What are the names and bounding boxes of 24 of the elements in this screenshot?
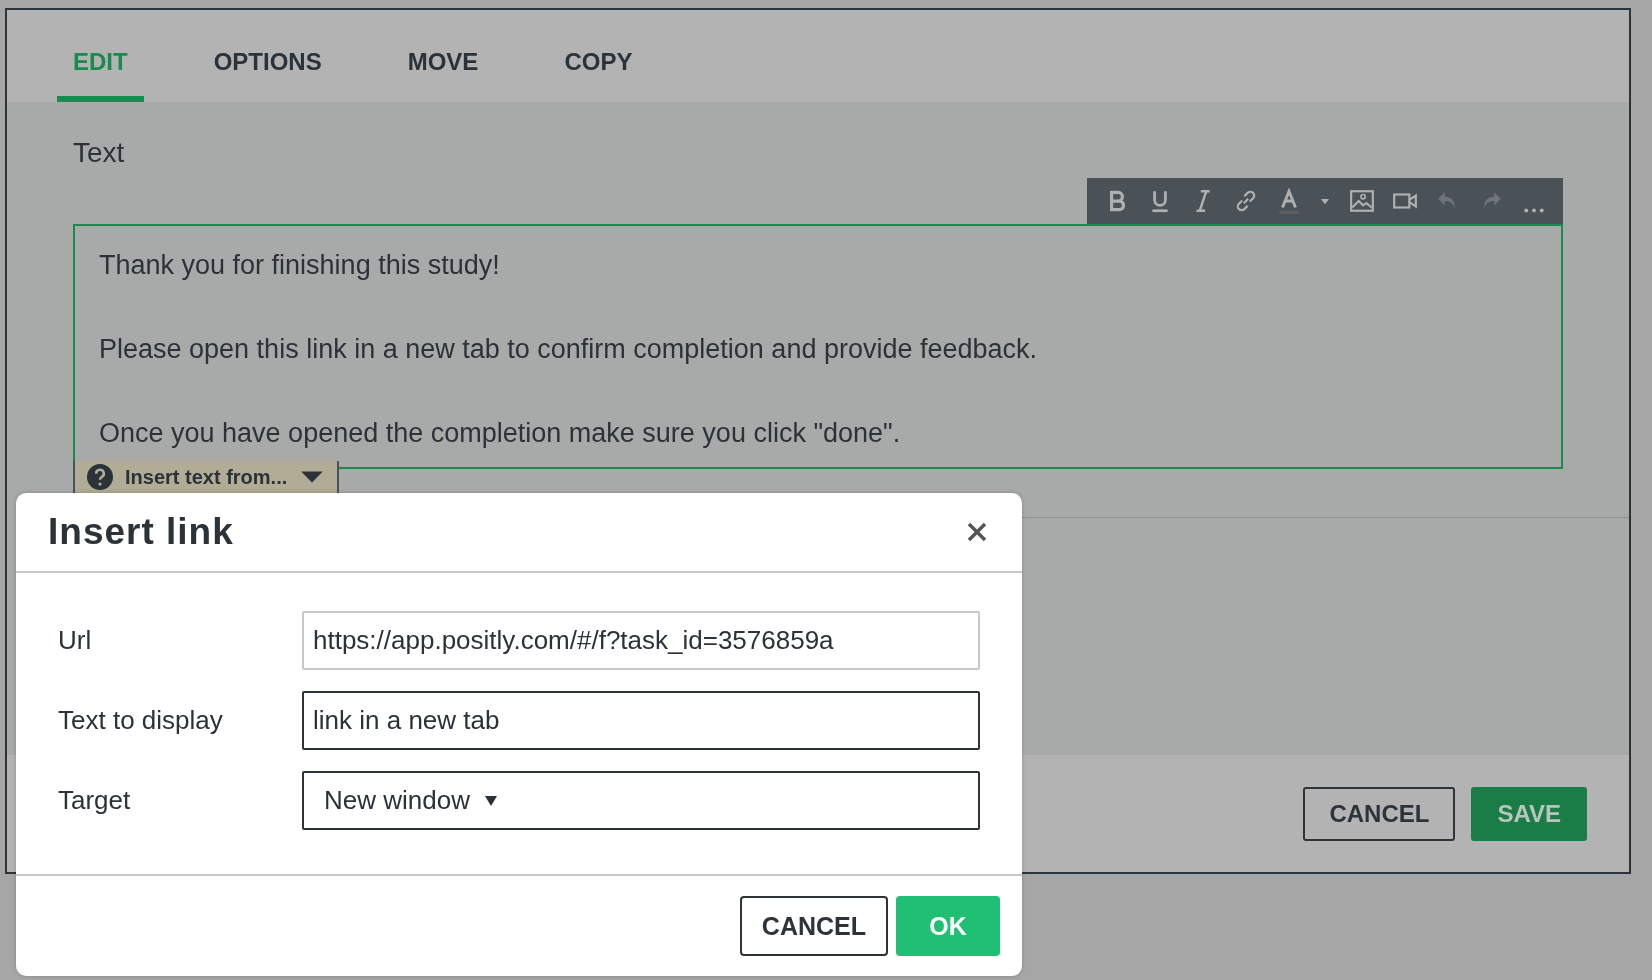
field-label: Target — [58, 785, 132, 816]
field-label: Url — [58, 625, 93, 656]
field-label: Text to display — [58, 705, 224, 736]
image-icon — [1348, 188, 1375, 214]
input-field[interactable]: https://app.positly.com/#/f?task_id=3576859a — [302, 611, 980, 670]
dialog-title: Insert link — [48, 511, 234, 553]
insert-text-dropdown[interactable]: Insert text from... — [73, 461, 340, 495]
help-icon — [87, 464, 113, 490]
close-button[interactable] — [966, 521, 988, 543]
paragraph: Please open this link in a new tab to confirm completion and provide feedback. — [99, 333, 1039, 366]
close-icon — [966, 521, 988, 543]
paragraph: Once you have opened the completion make sure you click "done". — [99, 417, 902, 450]
caret-icon — [483, 793, 498, 808]
tab[interactable]: OPTIONS — [197, 10, 338, 102]
text-editor[interactable]: Thank you for finishing this study! Please open this link in a new tab to confirm completion and provide feedback. Once you have opened the completion make sure you click "done". — [73, 224, 1563, 469]
cancel-button[interactable]: CANCEL — [739, 896, 888, 956]
tab[interactable]: COPY — [548, 10, 649, 102]
select-field[interactable]: New window — [302, 771, 980, 830]
cancel-button[interactable]: CANCEL — [1303, 786, 1456, 841]
paragraph: Thank you for finishing this study! — [99, 249, 501, 282]
more-icon — [1523, 207, 1544, 213]
tab[interactable]: MOVE — [391, 10, 495, 102]
input-field[interactable]: link in a new tab — [302, 691, 980, 750]
field-label: Text — [73, 136, 125, 170]
